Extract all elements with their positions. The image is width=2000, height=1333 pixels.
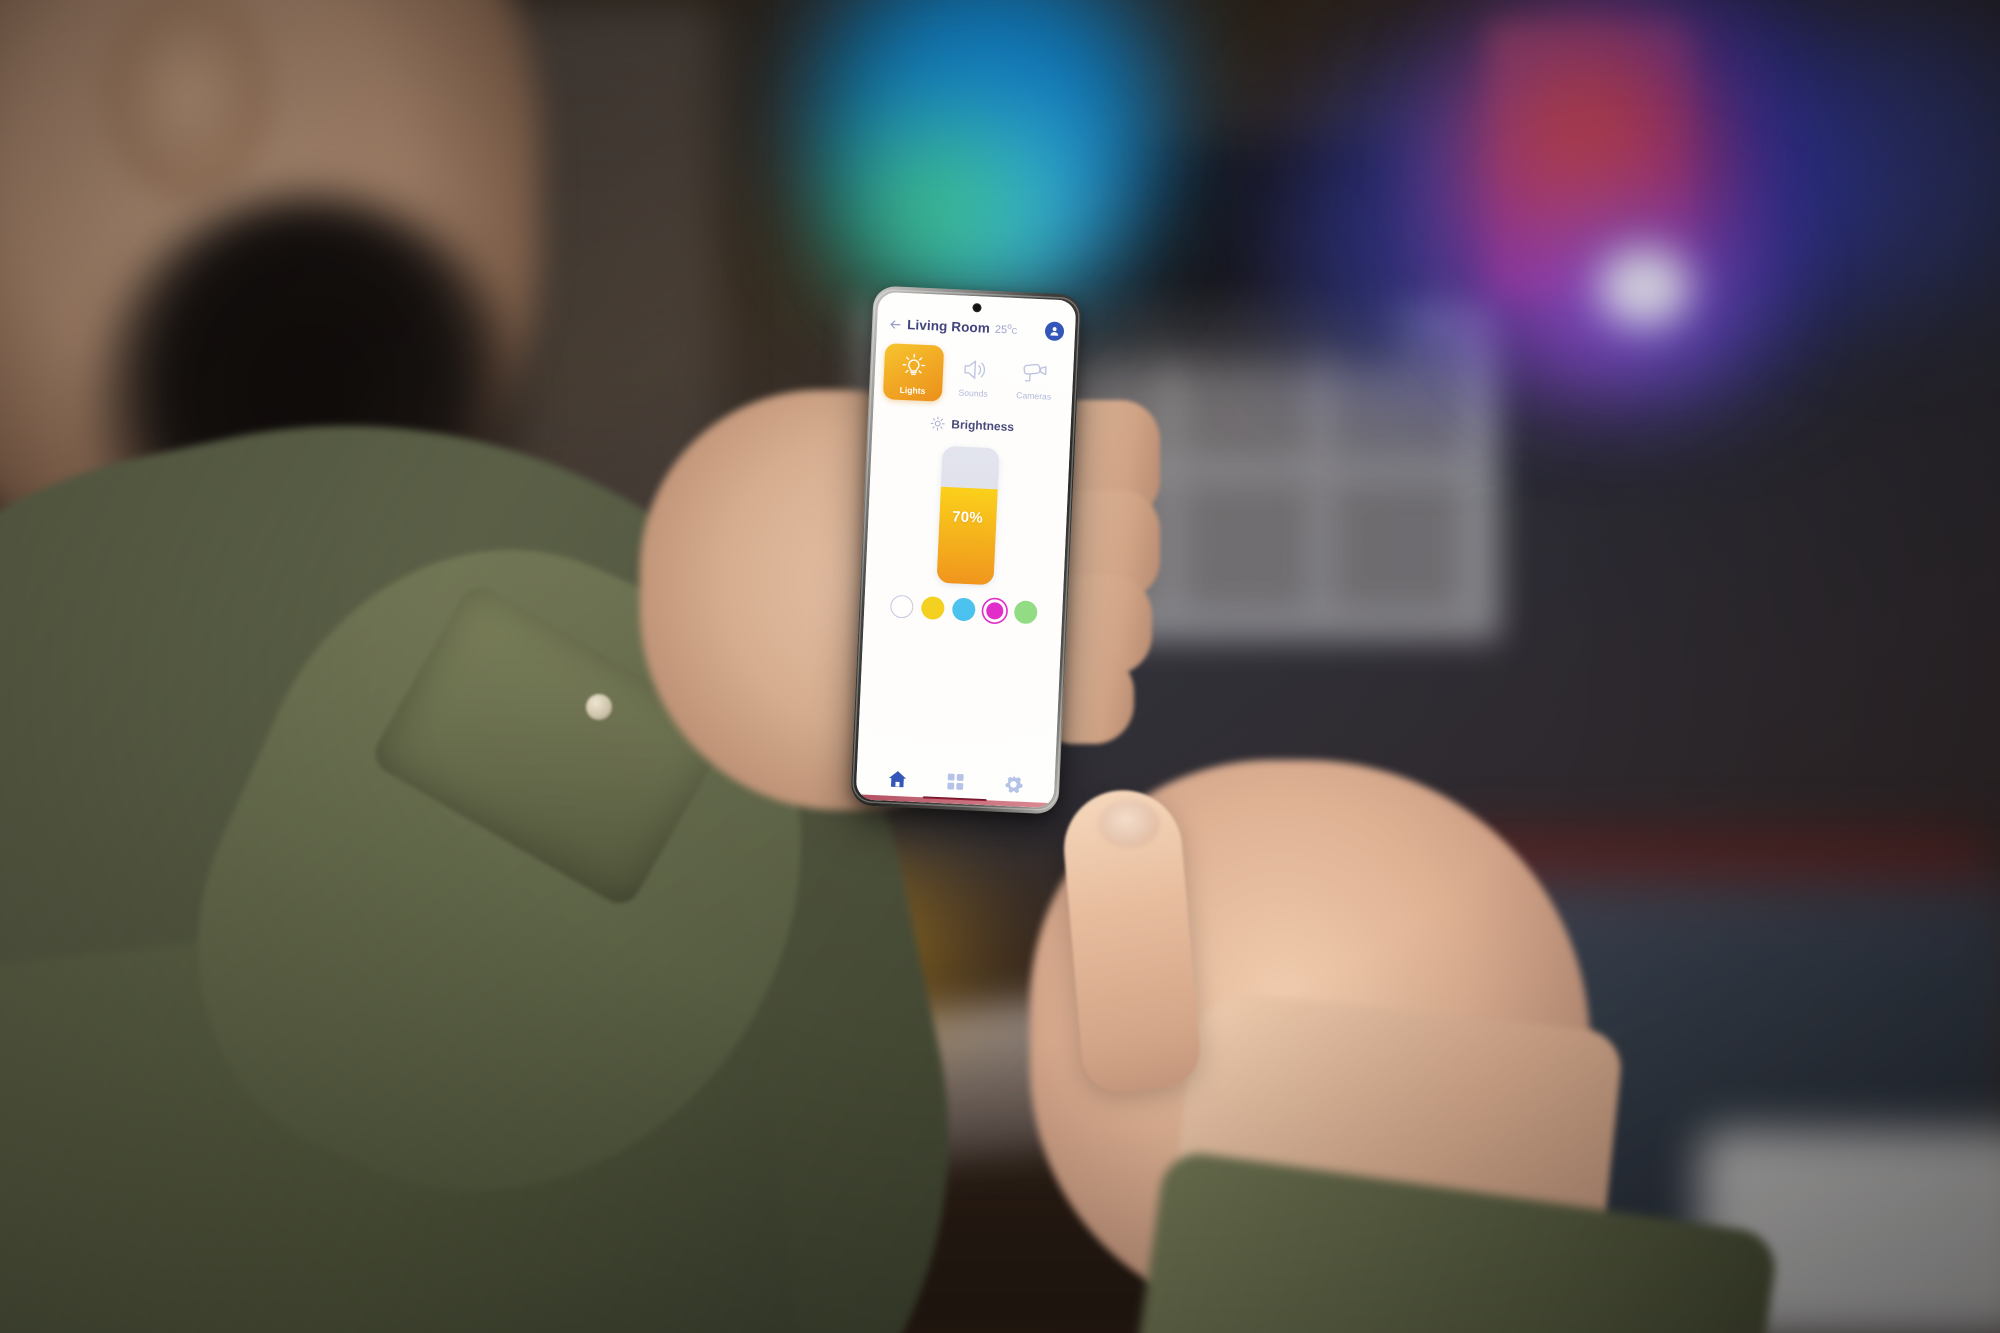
brightness-value: 70%: [951, 508, 984, 527]
tab-lights[interactable]: Lights: [882, 343, 944, 402]
color-swatch-dot: [920, 596, 945, 621]
color-swatch-dot: [1013, 600, 1038, 625]
ambient-light-puck-core: [1600, 248, 1690, 326]
brightness-slider[interactable]: 70%: [935, 445, 1000, 586]
nav-devices-button[interactable]: [942, 768, 969, 795]
index-fingernail: [1098, 800, 1160, 848]
color-swatch-green[interactable]: [1013, 600, 1038, 625]
color-swatch-yellow[interactable]: [920, 596, 945, 621]
color-swatch-magenta[interactable]: [982, 599, 1006, 623]
speaker-icon: [958, 353, 990, 385]
device-category-tabs: Lights Sounds Cameras: [874, 333, 1075, 408]
brightness-label: Brightness: [951, 417, 1015, 435]
home-icon: [886, 767, 909, 790]
arrow-left-icon[interactable]: [888, 317, 903, 332]
smartphone: Living Room 25oC Lights Sounds Cameras B…: [850, 285, 1082, 815]
tab-cameras-label: Cameras: [1016, 390, 1052, 402]
color-swatch-row: [864, 593, 1063, 625]
cuff-button: [586, 694, 612, 720]
user-avatar-icon[interactable]: [1044, 321, 1065, 342]
tab-lights-label: Lights: [899, 384, 926, 396]
brightness-slider-fill: [935, 486, 998, 586]
smart-home-app: Living Room 25oC Lights Sounds Cameras B…: [855, 291, 1077, 809]
lightbulb-icon: [897, 351, 929, 383]
scene-photograph: Living Room 25oC Lights Sounds Cameras B…: [0, 0, 2000, 1333]
color-swatch-dot: [985, 601, 1004, 620]
color-swatch-dot: [951, 597, 976, 622]
nav-settings-button[interactable]: [1000, 770, 1027, 797]
tab-sounds[interactable]: Sounds: [943, 346, 1004, 405]
tab-cameras[interactable]: Cameras: [1004, 349, 1065, 408]
color-swatch-white[interactable]: [889, 594, 914, 619]
ambient-light-orange: [1480, 30, 1680, 230]
phone-screen[interactable]: Living Room 25oC Lights Sounds Cameras B…: [855, 291, 1077, 809]
sun-icon: [929, 415, 946, 432]
tab-sounds-label: Sounds: [958, 387, 988, 399]
temperature-value: 25: [994, 323, 1008, 337]
temperature-readout: 25oC: [995, 321, 1018, 337]
gear-icon: [1002, 773, 1025, 796]
brightness-header: Brightness: [872, 413, 1071, 438]
ambient-light-green: [845, 130, 1025, 280]
grid-icon: [944, 770, 967, 793]
color-swatch-blue[interactable]: [951, 597, 976, 622]
page-title: Living Room: [906, 317, 991, 336]
brightness-slider-wrap: 70%: [866, 443, 1070, 589]
temperature-unit: C: [1011, 326, 1018, 336]
nav-home-button[interactable]: [884, 765, 911, 792]
security-camera-icon: [1019, 356, 1051, 388]
color-swatch-dot: [889, 594, 914, 619]
